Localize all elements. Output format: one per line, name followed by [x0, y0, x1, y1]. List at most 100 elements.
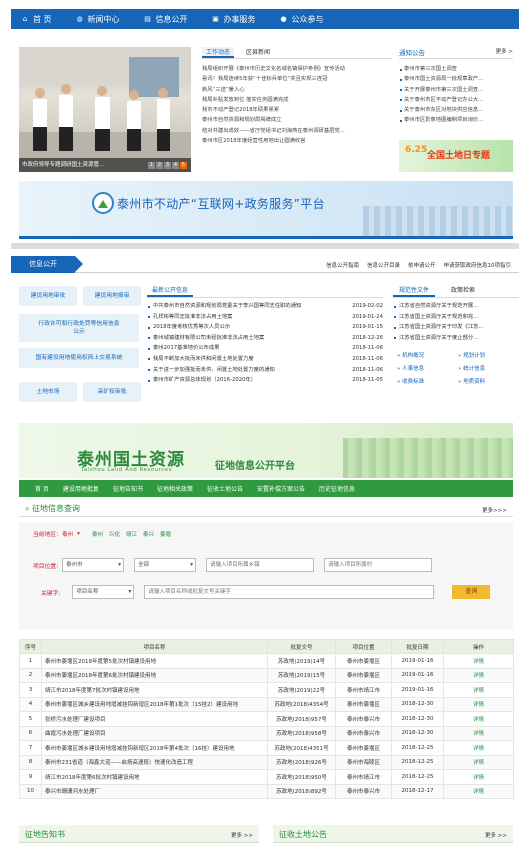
detail-link[interactable]: 详情: [443, 783, 514, 799]
regulation-tab[interactable]: 规范性文件: [393, 286, 436, 297]
info-row[interactable]: 我局不断加大批而未供和闲置土地处置力度 2018-11-06: [147, 354, 383, 365]
land-nav-item[interactable]: 征地相关政策: [150, 484, 200, 493]
detail-link[interactable]: 详情: [443, 769, 514, 785]
keyword-type-select[interactable]: 项目名称: [72, 585, 135, 599]
realestate-platform-banner[interactable]: 泰州市不动产“互联网+政务服务”平台: [19, 181, 513, 239]
village-input[interactable]: 请输入项目所属村: [324, 558, 433, 572]
news-item[interactable]: 结对共建出成效——省厅党组书记刘海燕在泰州调研基层党...: [202, 126, 392, 136]
quick-link[interactable]: » 规划计划: [458, 351, 519, 362]
info-row[interactable]: 泰州2017基准地价公布成果 2018-11-06: [147, 343, 383, 354]
news-item[interactable]: 泰州市区2018年度经营性用地出让圆满收官: [202, 136, 392, 146]
info-public-link[interactable]: 信息公开指南: [326, 261, 359, 269]
town-input[interactable]: 请输入项目所属乡镇: [206, 558, 315, 572]
service-button[interactable]: 土地市场: [19, 382, 77, 402]
land-nav-item[interactable]: 征收土地公告: [200, 484, 250, 493]
table-cell[interactable]: 泰州市231省道（海鑫大道——启扬高速段）快速化改造工程: [41, 754, 268, 770]
foot-right-title[interactable]: 征收土地公告: [279, 829, 327, 840]
quick-link[interactable]: » 收费标准: [397, 377, 458, 388]
land-nav-item[interactable]: 首 页: [19, 484, 56, 493]
carousel-dot[interactable]: 3: [164, 162, 171, 169]
region-link[interactable]: 泰州: [92, 530, 103, 538]
district-select[interactable]: 全部: [134, 558, 197, 572]
news-tab[interactable]: 工作动态: [202, 47, 235, 58]
news-item[interactable]: 新风“三送”暖人心: [202, 85, 392, 95]
detail-link[interactable]: 详情: [443, 667, 514, 683]
notice-item[interactable]: 关于开展泰州市第三次国土调查...: [399, 85, 513, 95]
table-cell[interactable]: 靖江市2018年度第7批次村镇建设用地: [41, 682, 268, 698]
info-public-link[interactable]: 依申请公开: [408, 261, 436, 269]
regulation-item[interactable]: 江苏省国土资源厅关于度止部分...: [393, 333, 519, 344]
table-cell[interactable]: 张桥污水处理厂建设项目: [41, 711, 268, 727]
region-link[interactable]: 靖江: [126, 530, 137, 538]
land-nav-item[interactable]: 建设用地批复: [56, 484, 106, 493]
regulation-item[interactable]: 江苏省国土资源厅关于印发《江苏...: [393, 322, 519, 333]
news-photo-carousel[interactable]: 市政府领导专题调研国土资源管... 12345: [19, 47, 191, 172]
quick-link[interactable]: » 人事信息: [397, 364, 458, 375]
detail-link[interactable]: 详情: [443, 711, 514, 727]
detail-link[interactable]: 详情: [443, 653, 514, 669]
quick-link[interactable]: » 地质资料: [458, 377, 519, 388]
region-link[interactable]: 姜堰: [160, 530, 171, 538]
land-day-promo-banner[interactable]: 6.25 全国土地日专题: [399, 140, 513, 172]
table-cell[interactable]: 泰州市姜堰区城乡建设用地增减挂钩新增区2018年第4批次（16挂）建设用地: [41, 740, 268, 756]
news-item[interactable]: 泰州市自然资源和规划局揭牌成立: [202, 115, 392, 125]
service-button[interactable]: 建设用地审批: [19, 286, 77, 306]
land-nav-item[interactable]: 历史征地信息: [312, 484, 362, 493]
detail-link[interactable]: 详情: [443, 754, 514, 770]
tab-latest-info[interactable]: 最新公开信息: [147, 286, 194, 297]
notice-item[interactable]: 关于泰州市东区对地块供应信息...: [399, 105, 513, 115]
regulation-item[interactable]: 江苏省国土资源厅关于规范和完...: [393, 312, 519, 323]
news-item[interactable]: 我市不动产登记2018年硕果累累: [202, 105, 392, 115]
notice-item[interactable]: 泰州市国土资源局一批规章政产...: [399, 74, 513, 84]
search-button[interactable]: 查询: [452, 585, 491, 599]
service-button[interactable]: 采矿权审批: [83, 382, 141, 402]
table-cell[interactable]: 泰州市姜堰区2018年度第5批次村镇建设用地: [41, 653, 268, 669]
quick-link[interactable]: » 统计信息: [458, 364, 519, 375]
chevron-down-icon[interactable]: ▾: [77, 531, 80, 537]
detail-link[interactable]: 详情: [443, 725, 514, 741]
notice-item[interactable]: 关于泰州市区不动产登记办公大...: [399, 95, 513, 105]
foot-left-more[interactable]: 更多 >>: [231, 831, 253, 839]
nav-item-3[interactable]: ▣ 办事服务: [200, 9, 268, 29]
info-row[interactable]: 泰州市矿产资源总体规划（2016-2020年） 2018-11-05: [147, 375, 383, 386]
carousel-dot[interactable]: 5: [180, 162, 187, 169]
info-public-link[interactable]: 信息公开目录: [367, 261, 400, 269]
notice-item[interactable]: 泰州市第三次国土调查: [399, 64, 513, 74]
nav-item-1[interactable]: ◍ 新闻中心: [64, 9, 132, 29]
table-cell[interactable]: 泰兴市珊珊河水处理厂: [41, 783, 268, 799]
service-button[interactable]: 国有建设用地使用权网上交易系统: [19, 348, 139, 368]
region-link[interactable]: 泰兴: [143, 530, 154, 538]
info-row[interactable]: 泰州城镇建材有限公司未经批准非法占用土地案 2018-12-26: [147, 333, 383, 344]
notice-more-link[interactable]: 更多 >: [496, 47, 513, 58]
regulation-tab[interactable]: 政策检索: [445, 286, 481, 297]
keyword-input[interactable]: 请输入项目名称或批复文号关键字: [144, 585, 435, 599]
foot-left-title[interactable]: 征地告知书: [25, 829, 65, 840]
info-row[interactable]: 关于进一步加强批而未供、闲置土地处置力度的通知 2018-11-06: [147, 365, 383, 376]
nav-item-2[interactable]: ▤ 信息公开: [132, 9, 200, 29]
info-row[interactable]: 中共泰州市自然资源和规划局党委关于李兴国等同志任职的通知 2019-02-02: [147, 301, 383, 312]
quick-link[interactable]: » 机构概况: [397, 351, 458, 362]
carousel-dot[interactable]: 4: [172, 162, 179, 169]
news-tab[interactable]: 区县新闻: [242, 47, 274, 58]
carousel-dot[interactable]: 1: [148, 162, 155, 169]
detail-link[interactable]: 详情: [443, 682, 514, 698]
service-button[interactable]: 建设用地报审: [83, 286, 141, 306]
table-cell[interactable]: 泰州市姜堰区城乡建设用地增减挂钩新增区2018年第1批次（15挂2）建设用地: [41, 696, 268, 712]
carousel-dot[interactable]: 2: [156, 162, 163, 169]
land-nav-item[interactable]: 安置补偿方案公告: [250, 484, 312, 493]
table-cell[interactable]: 泰州市姜堰区2018年度第6批次村镇建设用地: [41, 667, 268, 683]
query-more-link[interactable]: 更多>>>: [482, 506, 507, 514]
news-item[interactable]: 喜讯！我局连续5年获“十佳标兵单位”奖且实现三连冠: [202, 74, 392, 84]
regulation-item[interactable]: 江苏省自然资源厅关于规范开展...: [393, 301, 519, 312]
land-nav-item[interactable]: 征地告知书: [106, 484, 150, 493]
service-button[interactable]: 行政许可和行政处罚等信用信息公示: [19, 314, 139, 342]
table-cell[interactable]: 靖江市2018年度第6批次村镇建设用地: [41, 769, 268, 785]
region-link[interactable]: 兴化: [109, 530, 120, 538]
city-select[interactable]: 泰州市: [62, 558, 125, 572]
info-row[interactable]: 孔祥彬等同志批准非法占用土地案 2019-01-24: [147, 312, 383, 323]
nav-item-4[interactable]: ● 公众参与: [268, 9, 336, 29]
detail-link[interactable]: 详情: [443, 696, 514, 712]
detail-link[interactable]: 详情: [443, 740, 514, 756]
info-row[interactable]: 2018年度考核优秀等次人员公示 2019-01-15: [147, 322, 383, 333]
info-public-link[interactable]: 申请获取政府信息10项指引: [444, 261, 512, 269]
